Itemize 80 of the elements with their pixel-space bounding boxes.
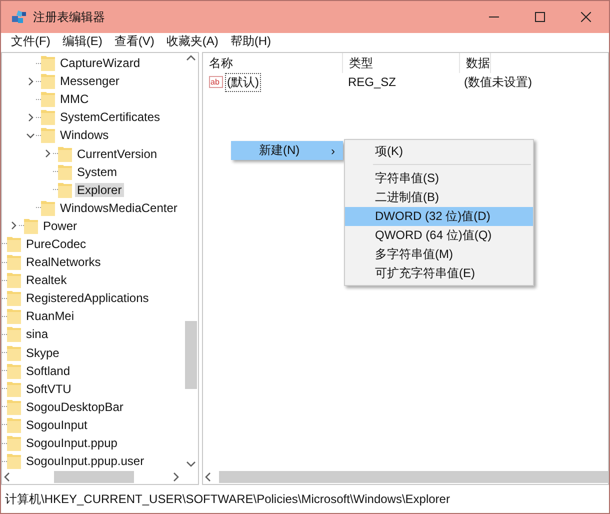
menu-item[interactable]: 收藏夹(A) — [160, 33, 224, 50]
menu-item[interactable]: 多字符串值(M) — [345, 245, 533, 264]
expanded-chevron-icon[interactable] — [26, 130, 34, 140]
menu-item[interactable]: 查看(V) — [108, 33, 160, 50]
menu-item[interactable]: 二进制值(B) — [345, 188, 533, 207]
tree-item[interactable]: RuanMei — [24, 309, 76, 324]
folder-icon — [24, 218, 38, 234]
scrollbar-thumb[interactable] — [219, 471, 608, 483]
menu-item[interactable]: 文件(F) — [5, 33, 56, 50]
tree-item[interactable]: SystemCertificates — [58, 110, 162, 124]
folder-icon — [41, 73, 55, 90]
folder-icon — [7, 236, 21, 252]
scrollbar-thumb[interactable] — [54, 471, 134, 483]
tree-item[interactable]: Softland — [24, 364, 72, 378]
tree-item[interactable]: SoftVTU — [24, 382, 74, 396]
folder-icon — [7, 398, 21, 415]
tree-item[interactable]: SogouInput.ppup — [24, 436, 120, 450]
tree-item[interactable]: Windows — [58, 128, 111, 142]
tree-item[interactable]: Power — [41, 218, 80, 233]
registry-cubes-icon — [11, 9, 27, 25]
table-cell-text: REG_SZ — [347, 75, 398, 89]
scrollbar-thumb[interactable] — [185, 321, 197, 389]
folder-icon — [7, 416, 21, 433]
table-cell-text: (数值未设置) — [463, 74, 532, 90]
menu-item[interactable]: 新建(N) › — [231, 141, 343, 160]
tree-item[interactable]: SogouInput.ppup.user — [24, 454, 146, 468]
close-icon — [581, 12, 591, 22]
collapsed-chevron-icon[interactable] — [42, 149, 52, 158]
tree-item[interactable]: SogouInput — [24, 418, 90, 432]
status-path: 计算机\HKEY_CURRENT_USER\SOFTWARE\Policies\Microsoft\Windows\Explorer — [5, 490, 450, 508]
tree-item[interactable]: RealNetworks — [24, 255, 103, 270]
collapsed-chevron-icon[interactable] — [26, 112, 34, 122]
folder-icon — [7, 453, 21, 470]
menu-item[interactable]: 字符串值(S) — [345, 169, 533, 188]
folder-icon — [58, 146, 72, 162]
folder-icon — [41, 127, 55, 144]
window-title: 注册表编辑器 — [33, 8, 105, 26]
menu-item[interactable]: 编辑(E) — [56, 33, 108, 50]
folder-icon — [7, 362, 21, 379]
folder-icon — [7, 380, 21, 397]
tree-item[interactable]: Explorer — [75, 182, 124, 197]
folder-icon — [7, 290, 21, 306]
folder-icon — [58, 164, 72, 180]
tree-item[interactable]: Realtek — [24, 273, 69, 288]
tree-item[interactable]: System — [75, 164, 120, 179]
column-header[interactable]: 名称 — [203, 53, 343, 73]
tree-item[interactable]: RegisteredApplications — [24, 291, 151, 306]
folder-icon — [58, 182, 72, 198]
folder-icon — [41, 200, 55, 216]
menu-item[interactable]: DWORD (32 位)值(D) — [345, 207, 533, 226]
collapsed-chevron-icon[interactable] — [26, 76, 34, 86]
collapsed-chevron-icon[interactable] — [8, 221, 18, 230]
tree-item[interactable]: Messenger — [58, 74, 122, 88]
folder-icon — [41, 91, 55, 108]
value-name[interactable]: (默认) — [225, 72, 261, 92]
tree-item[interactable]: WindowsMediaCenter — [58, 200, 180, 215]
tree-item[interactable]: PureCodec — [24, 236, 88, 251]
folder-icon — [7, 254, 21, 270]
menu-item[interactable]: 可扩充字符串值(E) — [345, 264, 533, 283]
tree-item[interactable]: sina — [24, 327, 50, 342]
folder-icon — [41, 55, 55, 72]
menu-item[interactable]: 帮助(H) — [224, 33, 277, 50]
tree-item[interactable]: MMC — [58, 92, 91, 106]
tree-item[interactable]: CaptureWizard — [58, 56, 142, 70]
column-header[interactable]: 数据 — [460, 53, 491, 73]
menu-item[interactable]: 项(K) — [345, 142, 533, 161]
tree-item[interactable]: Skype — [24, 346, 62, 360]
folder-icon — [7, 344, 21, 361]
folder-icon — [41, 109, 55, 126]
folder-icon — [7, 435, 21, 452]
folder-icon — [7, 272, 21, 288]
string-value-icon: ab — [209, 76, 223, 88]
horizontal-scrollbar[interactable] — [203, 470, 608, 484]
menu-item[interactable]: QWORD (64 位)值(Q) — [345, 226, 533, 245]
tree-item[interactable]: CurrentVersion — [75, 146, 160, 161]
folder-icon — [7, 326, 21, 342]
column-header[interactable]: 类型 — [343, 53, 460, 73]
folder-icon — [7, 308, 21, 324]
tree-item[interactable]: SogouDesktopBar — [24, 400, 126, 414]
maximize-icon — [535, 12, 545, 22]
